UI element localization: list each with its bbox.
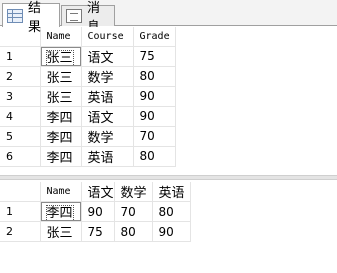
table-row[interactable]: 5 李四 数学 70	[0, 126, 176, 147]
grid1-col-course[interactable]: Course	[81, 27, 134, 47]
grid2-col-chinese[interactable]: 语文	[81, 182, 115, 202]
result-grid-2[interactable]: Name 语文 数学 英语 1 李四 90 70 80 2 张三 75 80 9…	[0, 182, 191, 242]
cell-name[interactable]: 李四	[40, 106, 82, 127]
cell-course[interactable]: 语文	[81, 46, 134, 67]
row-number[interactable]: 6	[0, 146, 41, 167]
results-grid-icon	[7, 8, 23, 23]
cell-grade[interactable]: 80	[133, 146, 176, 167]
table-row[interactable]: 4 李四 语文 90	[0, 106, 176, 127]
row-number[interactable]: 3	[0, 86, 41, 107]
grid1-col-grade[interactable]: Grade	[133, 27, 176, 47]
row-number[interactable]: 5	[0, 126, 41, 147]
cell-name[interactable]: 张三	[40, 46, 82, 67]
row-number[interactable]: 1	[0, 46, 41, 67]
cell-grade[interactable]: 80	[133, 66, 176, 87]
grid2-col-name[interactable]: Name	[40, 182, 82, 202]
grid2-col-english[interactable]: 英语	[152, 182, 191, 202]
messages-icon	[66, 9, 82, 23]
grid2-row-number-header[interactable]	[0, 182, 41, 202]
cell-chinese[interactable]: 90	[81, 201, 115, 222]
table-row[interactable]: 1 张三 语文 75	[0, 46, 176, 67]
cell-name[interactable]: 李四	[40, 126, 82, 147]
cell-name[interactable]: 张三	[40, 221, 82, 242]
row-number[interactable]: 2	[0, 66, 41, 87]
cell-name[interactable]: 张三	[40, 66, 82, 87]
cell-name[interactable]: 张三	[40, 86, 82, 107]
cell-grade[interactable]: 75	[133, 46, 176, 67]
table-row[interactable]: 1 李四 90 70 80	[0, 201, 191, 222]
table-row[interactable]: 2 张三 数学 80	[0, 66, 176, 87]
results-tab-strip: 结果 消息	[0, 0, 337, 35]
table-row[interactable]: 3 张三 英语 90	[0, 86, 176, 107]
tab-results-label: 结果	[28, 0, 42, 35]
selected-cell-text: 李四	[45, 205, 74, 221]
grid1-header-row: Name Course Grade	[0, 27, 176, 47]
selected-cell-text: 张三	[45, 49, 74, 66]
cell-grade[interactable]: 90	[133, 106, 176, 127]
table-row[interactable]: 2 张三 75 80 90	[0, 221, 191, 242]
cell-course[interactable]: 英语	[81, 146, 134, 167]
tab-results[interactable]: 结果	[2, 1, 60, 35]
cell-name[interactable]: 李四	[40, 201, 82, 222]
cell-course[interactable]: 数学	[81, 126, 134, 147]
grid2-col-math[interactable]: 数学	[114, 182, 153, 202]
cell-course[interactable]: 语文	[81, 106, 134, 127]
grid2-header-row: Name 语文 数学 英语	[0, 182, 191, 202]
cell-course[interactable]: 数学	[81, 66, 134, 87]
cell-grade[interactable]: 70	[133, 126, 176, 147]
cell-name[interactable]: 李四	[40, 146, 82, 167]
table-row[interactable]: 6 李四 英语 80	[0, 146, 176, 167]
result-grid-1[interactable]: Name Course Grade 1 张三 语文 75 2 张三 数学 80 …	[0, 27, 176, 167]
cell-english[interactable]: 80	[152, 201, 191, 222]
cell-chinese[interactable]: 75	[81, 221, 115, 242]
grid-splitter[interactable]	[0, 175, 337, 180]
row-number[interactable]: 1	[0, 201, 41, 222]
cell-math[interactable]: 70	[114, 201, 153, 222]
tab-messages[interactable]: 消息	[61, 1, 115, 35]
row-number[interactable]: 4	[0, 106, 41, 127]
cell-course[interactable]: 英语	[81, 86, 134, 107]
row-number[interactable]: 2	[0, 221, 41, 242]
cell-english[interactable]: 90	[152, 221, 191, 242]
cell-math[interactable]: 80	[114, 221, 153, 242]
cell-grade[interactable]: 90	[133, 86, 176, 107]
